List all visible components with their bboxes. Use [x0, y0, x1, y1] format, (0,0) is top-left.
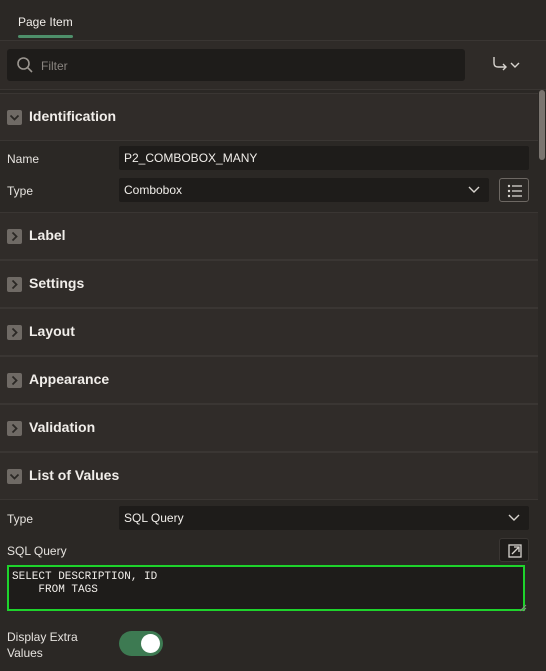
display-extra-values-toggle[interactable] [119, 631, 163, 656]
sql-query-editor[interactable]: SELECT DESCRIPTION, ID FROM TAGS [7, 565, 525, 611]
name-value: P2_COMBOBOX_MANY [124, 151, 258, 165]
lov-type-value: SQL Query [124, 511, 184, 525]
section-title: Appearance [29, 371, 110, 387]
lov-type-select[interactable]: SQL Query [119, 506, 529, 530]
section-settings[interactable]: Settings [0, 260, 538, 308]
list-button[interactable] [499, 178, 529, 202]
chevron-right-icon [7, 373, 22, 388]
toggle-knob [141, 634, 160, 653]
filter-input[interactable] [39, 49, 453, 83]
type-select[interactable]: Combobox [119, 178, 489, 202]
section-title: List of Values [29, 467, 120, 483]
section-list-of-values[interactable]: List of Values [0, 452, 538, 500]
chevron-down-icon [7, 469, 22, 484]
section-title: Layout [29, 323, 75, 339]
chevron-right-icon [7, 277, 22, 292]
filter-field[interactable] [7, 49, 465, 83]
section-layout[interactable]: Layout [0, 308, 538, 356]
section-title: Identification [29, 108, 117, 124]
scrollbar-thumb[interactable] [539, 90, 545, 160]
list-icon [507, 184, 522, 198]
toolbar [0, 41, 546, 90]
go-to-group-button[interactable] [490, 53, 524, 77]
chevron-right-icon [7, 421, 22, 436]
section-appearance[interactable]: Appearance [0, 356, 538, 404]
lov-type-label: Type [7, 512, 34, 526]
resize-handle-icon[interactable] [519, 604, 527, 612]
section-validation[interactable]: Validation [0, 404, 538, 452]
tab-page-item[interactable]: Page Item [8, 0, 83, 38]
display-extra-values-label: Display Extra Values [7, 630, 78, 660]
chevron-down-icon [7, 110, 22, 125]
type-label: Type [7, 184, 34, 198]
scrollbar[interactable] [538, 90, 546, 671]
section-title: Settings [29, 275, 85, 291]
chevron-right-icon [7, 229, 22, 244]
chevron-down-icon [468, 186, 480, 193]
name-field[interactable]: P2_COMBOBOX_MANY [119, 146, 529, 170]
tab-bar: Page Item [0, 0, 546, 41]
section-label[interactable]: Label [0, 212, 538, 260]
type-value: Combobox [124, 183, 183, 197]
goto-arrow-icon [493, 57, 520, 71]
section-title: Validation [29, 419, 96, 435]
search-icon [17, 57, 33, 73]
section-title: Label [29, 227, 66, 243]
open-code-editor-button[interactable] [499, 538, 529, 562]
chevron-down-icon [508, 514, 520, 521]
sql-query-label: SQL Query [7, 544, 67, 558]
chevron-right-icon [7, 325, 22, 340]
expand-icon [508, 544, 522, 558]
name-label: Name [7, 152, 40, 166]
section-identification[interactable]: Identification [0, 93, 538, 141]
